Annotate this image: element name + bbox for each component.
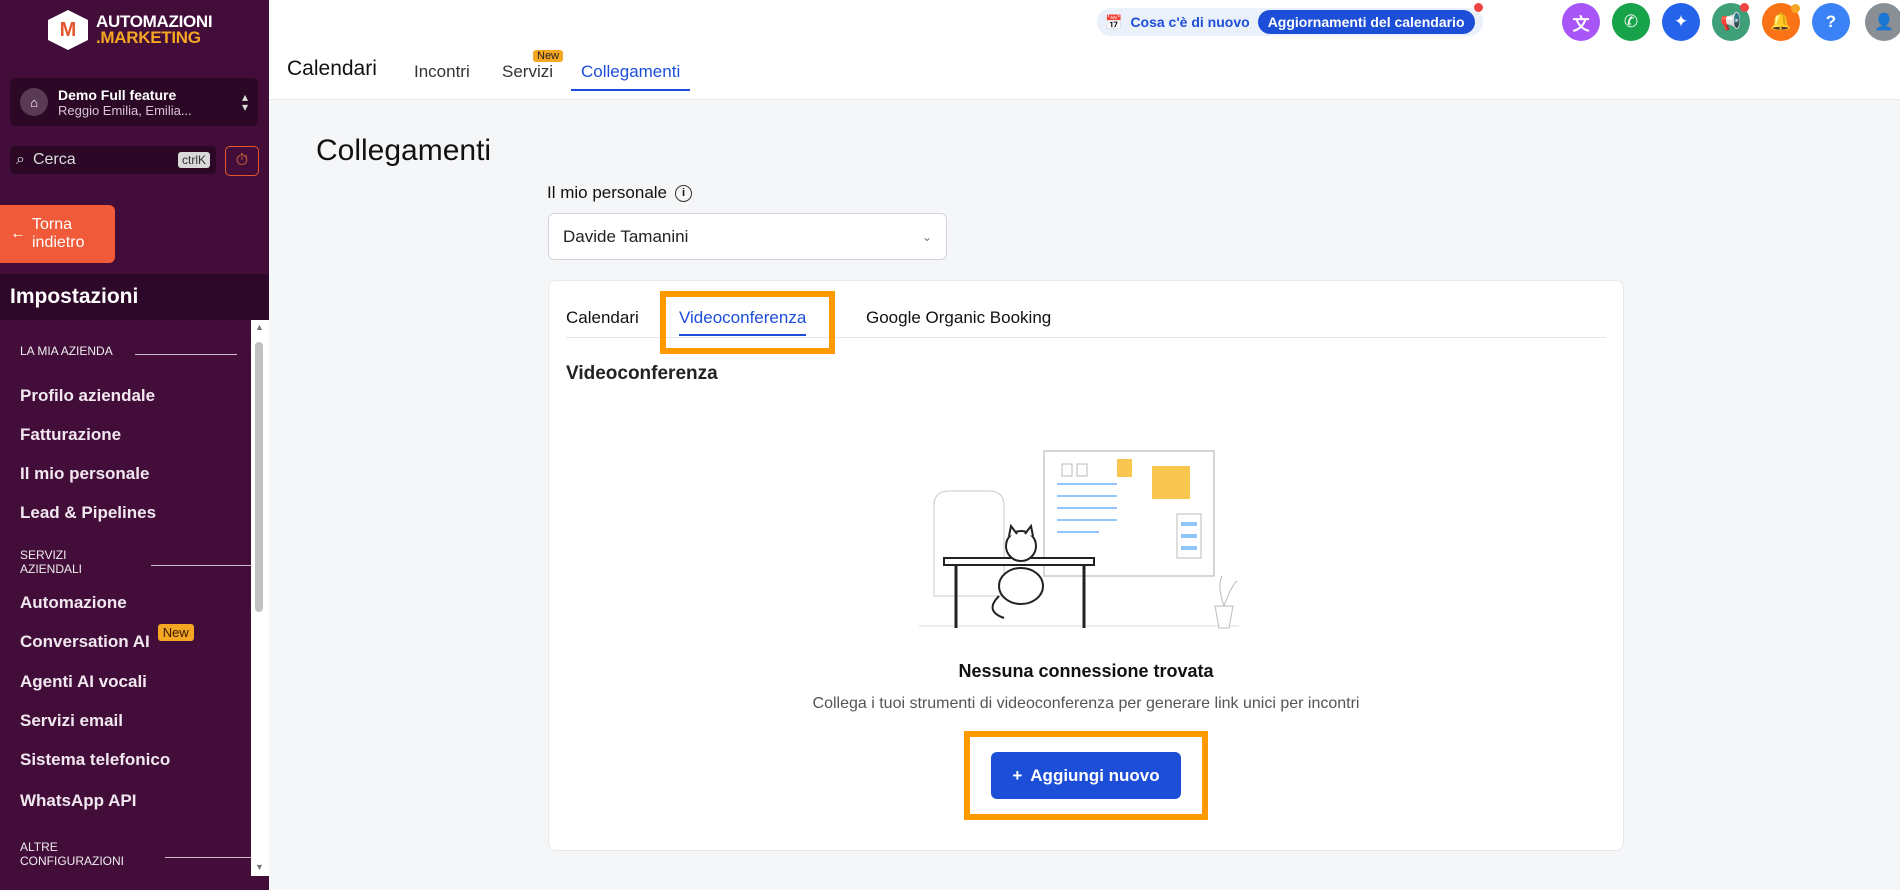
sidebar-item-my-staff[interactable]: Il mio personale: [20, 464, 149, 484]
phone-icon[interactable]: ✆: [1612, 3, 1650, 41]
plus-icon: +: [1012, 765, 1023, 785]
empty-state-subtitle: Collega i tuoi strumenti di videoconfere…: [812, 695, 1360, 712]
sidebar-item-label: Conversation AI: [20, 632, 150, 651]
sidebar-item-email[interactable]: Servizi email: [20, 711, 123, 731]
whats-new-banner[interactable]: 📅 Cosa c'è di nuovo Aggiornamenti del ca…: [1097, 8, 1483, 36]
page-section-title: Calendari: [287, 57, 377, 80]
search-input[interactable]: ⌕ Cerca ctrlK: [10, 146, 216, 174]
sidebar-item-voice-ai[interactable]: Agenti AI vocali: [20, 672, 147, 692]
tab-incontri[interactable]: Incontri: [414, 62, 470, 82]
sidebar-item-pipelines[interactable]: Lead & Pipelines: [20, 503, 156, 523]
translate-icon[interactable]: 文: [1562, 3, 1600, 41]
brand-logo[interactable]: M AUTOMAZIONI .MARKETING: [48, 10, 213, 50]
staff-select-value: Davide Tamanini: [563, 226, 689, 246]
sidebar-item-billing[interactable]: Fatturazione: [20, 425, 121, 445]
settings-nav: LA MIA AZIENDA Profilo aziendale Fattura…: [0, 320, 251, 890]
empty-state-title: Nessuna connessione trovata: [958, 661, 1214, 681]
add-new-label: Aggiungi nuovo: [1030, 765, 1160, 785]
tab-highlight-box: [660, 291, 835, 354]
group-header-company: LA MIA AZIENDA: [20, 344, 237, 358]
back-button[interactable]: ← Torna indietro: [0, 205, 115, 263]
arrow-left-icon: ←: [10, 225, 26, 242]
scroll-down-icon[interactable]: ▼: [255, 862, 264, 872]
group-header-other: ALTRE CONFIGURAZIONI: [20, 840, 251, 868]
quick-actions-button[interactable]: ⏱: [225, 146, 259, 176]
section-title: Videoconferenza: [566, 363, 718, 384]
account-name: Demo Full feature: [58, 86, 177, 103]
settings-title: Impostazioni: [0, 274, 269, 320]
sidebar: M AUTOMAZIONI .MARKETING ⌂ Demo Full fea…: [0, 0, 269, 890]
scroll-up-icon[interactable]: ▲: [255, 322, 264, 332]
brand-line2: .MARKETING: [96, 28, 201, 47]
add-new-button[interactable]: + Aggiungi nuovo: [991, 752, 1181, 799]
group-header-services: SERVIZI AZIENDALI: [20, 548, 251, 576]
sidebar-item-phone[interactable]: Sistema telefonico: [20, 750, 170, 770]
tab-google-organic-booking[interactable]: Google Organic Booking: [866, 308, 1051, 328]
staff-label: Il mio personale i: [547, 183, 693, 203]
whats-new-label: Cosa c'è di nuovo: [1130, 14, 1250, 30]
connections-card: Calendari Videoconferenza Google Organic…: [548, 280, 1624, 851]
notification-dot: [1474, 3, 1483, 12]
chevron-down-icon: ⌄: [921, 229, 932, 244]
tab-servizi[interactable]: Servizi: [502, 62, 553, 82]
speedometer-icon: ⏱: [235, 152, 249, 169]
back-label-2: indietro: [32, 234, 85, 251]
help-icon[interactable]: ?: [1812, 3, 1850, 41]
back-label-1: Torna: [32, 216, 73, 233]
account-switcher[interactable]: ⌂ Demo Full feature Reggio Emilia, Emili…: [10, 78, 258, 126]
logo-mark-icon: M: [48, 10, 88, 50]
update-pill[interactable]: Aggiornamenti del calendario: [1257, 10, 1475, 34]
top-bar: 📅 Cosa c'è di nuovo Aggiornamenti del ca…: [269, 0, 1900, 100]
search-icon: ⌕: [16, 151, 25, 168]
staff-select[interactable]: Davide Tamanini ⌄: [548, 213, 947, 260]
empty-state-illustration: [919, 450, 1239, 629]
user-avatar[interactable]: 👤: [1865, 3, 1900, 41]
new-badge: New: [157, 623, 194, 641]
scroll-thumb[interactable]: [255, 342, 263, 612]
bell-dot: [1791, 4, 1800, 13]
megaphone-dot: [1740, 3, 1749, 12]
location-icon: ⌂: [20, 88, 48, 116]
chevron-updown-icon: ▴ ▾: [241, 90, 248, 114]
sidebar-item-whatsapp[interactable]: WhatsApp API: [20, 791, 136, 811]
sidebar-scrollbar[interactable]: ▲ ▼: [251, 320, 269, 876]
sidebar-item-automation[interactable]: Automazione: [20, 593, 127, 613]
account-location: Reggio Emilia, Emilia...: [58, 102, 192, 118]
sidebar-item-company-profile[interactable]: Profilo aziendale: [20, 386, 155, 406]
info-icon[interactable]: i: [675, 184, 693, 202]
tab-collegamenti[interactable]: Collegamenti: [570, 62, 691, 91]
tab-calendari[interactable]: Calendari: [566, 308, 639, 328]
sparkle-icon[interactable]: ✦: [1662, 3, 1700, 41]
search-placeholder: Cerca: [32, 151, 76, 168]
page-title: Collegamenti: [316, 134, 492, 167]
calendar-update-icon: 📅: [1105, 13, 1123, 30]
servizi-new-badge: New: [533, 50, 564, 62]
sidebar-item-conversation-ai[interactable]: Conversation AI New: [20, 623, 194, 652]
search-shortcut: ctrlK: [178, 152, 210, 168]
